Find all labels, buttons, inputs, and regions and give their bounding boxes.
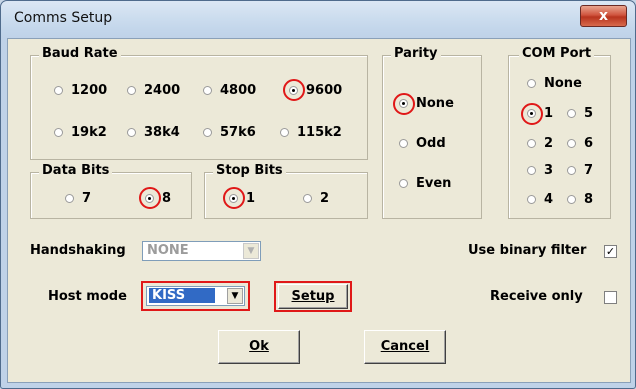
handshaking-select[interactable]: NONE ▼ [142,241,261,261]
radio-icon [527,195,536,204]
com-8-radio[interactable]: 8 [567,192,593,207]
baud-19k2-radio[interactable]: 19k2 [54,125,107,140]
baud-1200-label: 1200 [71,83,108,98]
com-4-radio[interactable]: 4 [527,192,553,207]
com-5-radio[interactable]: 5 [567,106,593,121]
baud-115k2-label: 115k2 [297,125,342,140]
com-7-radio[interactable]: 7 [567,163,593,178]
ok-button-label: Ok [249,339,269,354]
ok-button[interactable]: Ok [218,330,300,364]
chevron-down-icon: ▼ [243,243,259,259]
radio-icon [567,166,576,175]
radio-icon [527,139,536,148]
com-port-legend: COM Port [519,46,595,61]
com-none-radio[interactable]: None [527,76,582,91]
highlight-circle [283,79,305,101]
stop-bits-2-label: 2 [320,191,330,206]
parity-odd-label: Odd [416,136,446,151]
radio-icon [303,194,312,203]
parity-even-radio[interactable]: Even [399,176,451,191]
stop-bits-2-radio[interactable]: 2 [303,191,329,206]
baud-19k2-label: 19k2 [71,125,107,140]
baud-rate-legend: Baud Rate [39,46,121,61]
check-icon: ✓ [605,245,616,258]
com-1-label: 1 [544,106,554,121]
baud-1200-radio[interactable]: 1200 [54,83,107,98]
close-icon[interactable]: x [599,8,608,24]
cancel-button[interactable]: Cancel [364,330,446,364]
com-none-label: None [544,76,582,91]
com-2-label: 2 [544,136,554,151]
com-3-label: 3 [544,163,554,178]
radio-icon [399,179,408,188]
com-6-radio[interactable]: 6 [567,136,593,151]
data-bits-8-label: 8 [162,191,172,206]
binary-filter-checkbox[interactable]: ✓ [604,245,617,258]
receive-only-label: Receive only [490,289,583,304]
com-7-label: 7 [584,163,594,178]
binary-filter-label: Use binary filter [468,243,587,258]
com-5-label: 5 [584,106,594,121]
radio-icon [54,86,63,95]
com-3-radio[interactable]: 3 [527,163,553,178]
radio-icon [54,128,63,137]
highlight-circle [393,93,415,115]
radio-icon [280,128,289,137]
com-port-group: COM Port None 1 5 2 6 3 7 4 8 [508,46,611,219]
baud-2400-label: 2400 [144,83,181,98]
baud-57k6-radio[interactable]: 57k6 [203,125,256,140]
radio-icon [203,86,212,95]
com-8-label: 8 [584,192,594,207]
highlight-box [274,281,352,312]
radio-icon [567,195,576,204]
title-bar: Comms Setup x [1,1,635,38]
parity-none-label: None [416,96,454,111]
stop-bits-1-label: 1 [246,191,256,206]
com-2-radio[interactable]: 2 [527,136,553,151]
radio-icon [567,109,576,118]
radio-icon [203,128,212,137]
radio-icon [65,194,74,203]
baud-rate-group: Baud Rate 1200 2400 4800 9600 19k2 38k4 … [30,46,368,160]
parity-odd-radio[interactable]: Odd [399,136,446,151]
baud-4800-radio[interactable]: 4800 [203,83,256,98]
com-6-label: 6 [584,136,594,151]
receive-only-checkbox[interactable] [604,291,617,304]
highlight-box [141,281,250,311]
host-mode-label: Host mode [48,289,127,304]
cancel-button-label: Cancel [380,339,430,354]
data-bits-7-label: 7 [82,191,92,206]
radio-icon [399,139,408,148]
handshaking-value: NONE [147,243,189,258]
highlight-circle [521,103,543,125]
highlight-circle [223,187,245,209]
baud-38k4-radio[interactable]: 38k4 [127,125,180,140]
parity-group: Parity None Odd Even [382,46,482,219]
data-bits-group: Data Bits 7 8 [30,163,192,219]
com-4-label: 4 [544,192,554,207]
baud-4800-label: 4800 [220,83,257,98]
highlight-circle [139,187,161,209]
window-title: Comms Setup [14,10,113,26]
baud-9600-label: 9600 [306,83,343,98]
data-bits-7-radio[interactable]: 7 [65,191,91,206]
radio-icon [527,79,536,88]
parity-even-label: Even [416,176,452,191]
baud-57k6-label: 57k6 [220,125,256,140]
radio-icon [127,86,136,95]
dialog-body: Baud Rate 1200 2400 4800 9600 19k2 38k4 … [7,38,631,383]
radio-icon [567,139,576,148]
baud-38k4-label: 38k4 [144,125,180,140]
radio-icon [527,166,536,175]
stop-bits-legend: Stop Bits [213,163,286,178]
data-bits-legend: Data Bits [39,163,113,178]
parity-legend: Parity [391,46,441,61]
comms-setup-window: Comms Setup x Baud Rate 1200 2400 4800 9… [0,0,636,389]
baud-2400-radio[interactable]: 2400 [127,83,180,98]
baud-115k2-radio[interactable]: 115k2 [280,125,342,140]
stop-bits-group: Stop Bits 1 2 [204,163,368,219]
handshaking-label: Handshaking [30,243,126,258]
radio-icon [127,128,136,137]
close-button[interactable]: x [580,5,627,27]
